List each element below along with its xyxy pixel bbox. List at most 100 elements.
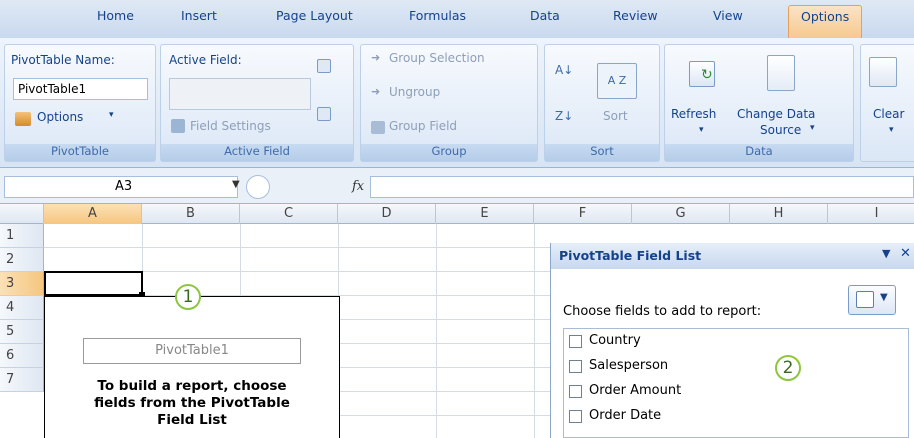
checkbox-country[interactable] (569, 335, 582, 348)
ribbon: PivotTable Name: PivotTable1 Options ▾ P… (0, 38, 914, 168)
row-header-4[interactable]: 4 (0, 296, 44, 320)
column-header-i[interactable]: I (828, 204, 914, 224)
field-order-amount[interactable]: Order Amount (589, 383, 681, 398)
change-data-source-line2: Source (760, 123, 802, 137)
change-data-source-button[interactable]: Change Data (737, 107, 815, 121)
clear-icon (869, 57, 897, 87)
tab-insert[interactable]: Insert (181, 8, 217, 23)
ribbon-tab-bar: Home Insert Page Layout Formulas Data Re… (0, 0, 914, 38)
grid-line (436, 224, 437, 438)
pane-menu-icon[interactable]: ▼ (882, 247, 890, 260)
active-field-group-label: Active Field (161, 144, 353, 161)
group-field-icon (371, 121, 385, 134)
row-header-1[interactable]: 1 (0, 224, 44, 248)
field-list-title: PivotTable Field List (559, 248, 702, 263)
column-header-f[interactable]: F (534, 204, 632, 224)
data-group: ↻ Refresh ▾ Change Data Source ▾ Data (664, 44, 854, 162)
sort-dialog-icon: A Z (597, 63, 637, 99)
clear-dropdown-icon[interactable]: ▾ (889, 125, 894, 135)
sort-descending-icon[interactable]: Z↓ (555, 109, 573, 123)
field-list-header: PivotTable Field List ▼ ✕ (551, 243, 914, 269)
row-header-2[interactable]: 2 (0, 248, 44, 272)
select-all-corner[interactable] (0, 204, 44, 224)
active-field-label: Active Field: (169, 53, 242, 67)
active-field-group: Active Field: Field Settings Active Fiel… (160, 44, 354, 162)
group-field-button[interactable]: Group Field (389, 119, 457, 133)
column-header-h[interactable]: H (730, 204, 828, 224)
ungroup-icon: ➜ (371, 85, 381, 98)
refresh-button[interactable]: Refresh (671, 107, 716, 121)
column-header-c[interactable]: C (240, 204, 338, 224)
change-data-source-icon (767, 55, 795, 91)
tab-formulas[interactable]: Formulas (409, 8, 466, 23)
tab-review[interactable]: Review (613, 8, 658, 23)
active-cell-a3[interactable] (44, 271, 143, 296)
formula-input[interactable] (370, 176, 914, 198)
expand-field-icon[interactable] (317, 59, 331, 73)
source-dropdown-icon[interactable]: ▾ (810, 123, 815, 133)
placeholder-instructions: To build a report, choose fields from th… (44, 378, 340, 429)
pivottable-group: PivotTable Name: PivotTable1 Options ▾ P… (4, 44, 156, 162)
row-header-6[interactable]: 6 (0, 344, 44, 368)
ungroup-button[interactable]: Ungroup (389, 85, 440, 99)
layout-dropdown-icon: ▼ (880, 292, 888, 303)
column-header-b[interactable]: B (142, 204, 240, 224)
options-icon (15, 112, 31, 126)
tab-page-layout[interactable]: Page Layout (276, 8, 353, 23)
options-button[interactable]: Options (37, 110, 83, 124)
field-settings-icon (171, 119, 185, 133)
sort-button[interactable]: Sort (603, 109, 628, 123)
actions-group: Clear ▾ (860, 44, 914, 162)
sort-group-label: Sort (545, 144, 659, 161)
grid-line (534, 224, 535, 438)
name-box[interactable]: A3 (4, 176, 238, 198)
sort-group: A↓ Z↓ A Z Sort Sort (544, 44, 660, 162)
collapse-field-icon[interactable] (317, 107, 331, 121)
checkbox-salesperson[interactable] (569, 360, 582, 373)
placeholder-title: PivotTable1 (83, 338, 301, 364)
column-header-g[interactable]: G (632, 204, 730, 224)
active-field-input[interactable] (169, 78, 311, 110)
chevron-down-icon: ▾ (109, 110, 114, 120)
checkbox-order-amount[interactable] (569, 385, 582, 398)
row-header-3[interactable]: 3 (0, 272, 44, 296)
column-header-bar: A B C D E F G H I (0, 204, 914, 224)
pivottable-group-label: PivotTable (5, 144, 155, 161)
field-list-prompt: Choose fields to add to report: (563, 304, 762, 319)
instruction-line-3: Field List (157, 412, 227, 428)
name-box-dropdown-icon[interactable]: ▼ (232, 179, 240, 190)
group-selection-icon: ➜ (371, 51, 381, 64)
row-header-5[interactable]: 5 (0, 320, 44, 344)
pivottable-name-input[interactable]: PivotTable1 (13, 78, 148, 100)
field-order-date[interactable]: Order Date (589, 408, 661, 423)
instruction-line-1: To build a report, choose (97, 378, 287, 394)
group-group-label: Group (361, 144, 537, 161)
data-group-label: Data (665, 144, 853, 161)
column-header-a[interactable]: A (44, 204, 142, 224)
tab-data[interactable]: Data (530, 8, 560, 23)
layout-icon (856, 291, 874, 308)
sort-ascending-icon[interactable]: A↓ (555, 63, 573, 77)
refresh-dropdown-icon[interactable]: ▾ (699, 125, 704, 135)
close-icon[interactable]: ✕ (900, 246, 911, 261)
group-group: ➜ Group Selection ➜ Ungroup Group Field … (360, 44, 538, 162)
tab-view[interactable]: View (713, 8, 743, 23)
column-header-d[interactable]: D (338, 204, 436, 224)
column-header-e[interactable]: E (436, 204, 534, 224)
formula-options-icon[interactable] (246, 175, 270, 199)
instruction-line-2: fields from the PivotTable (94, 395, 290, 411)
callout-2: 2 (775, 355, 801, 381)
tab-home[interactable]: Home (97, 8, 134, 23)
field-salesperson[interactable]: Salesperson (589, 358, 668, 373)
group-selection-button[interactable]: Group Selection (389, 51, 485, 65)
tab-options[interactable]: Options (788, 5, 863, 38)
callout-1: 1 (175, 284, 201, 310)
insert-function-icon[interactable]: fx (352, 179, 364, 194)
pivottable-name-label: PivotTable Name: (11, 53, 115, 67)
row-header-7[interactable]: 7 (0, 368, 44, 392)
clear-button[interactable]: Clear (873, 107, 904, 121)
grid-line (44, 247, 550, 248)
field-country[interactable]: Country (589, 333, 641, 348)
checkbox-order-date[interactable] (569, 410, 582, 423)
field-settings-button[interactable]: Field Settings (190, 119, 271, 133)
